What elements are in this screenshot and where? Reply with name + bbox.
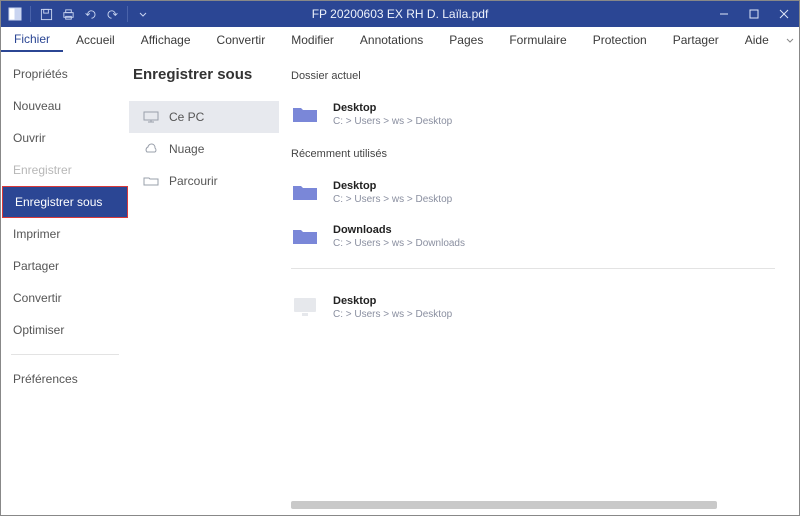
location-list: Ce PC Nuage Parcourir xyxy=(129,101,279,197)
tab-label: Aide xyxy=(745,33,769,47)
tab-protection[interactable]: Protection xyxy=(580,27,660,52)
location-label: Nuage xyxy=(169,142,204,156)
tab-label: Fichier xyxy=(14,32,50,46)
folder-recent-downloads[interactable]: Downloads C: > Users > ws > Downloads xyxy=(291,214,775,258)
qat-dropdown-icon[interactable] xyxy=(133,4,153,24)
redo-icon[interactable] xyxy=(102,4,122,24)
save-icon[interactable] xyxy=(36,4,56,24)
folder-outline-icon xyxy=(143,175,159,187)
tab-label: Modifier xyxy=(291,33,334,47)
main-area: Propriétés Nouveau Ouvrir Enregistrer En… xyxy=(1,52,799,515)
tab-annotations[interactable]: Annotations xyxy=(347,27,436,52)
tab-convertir[interactable]: Convertir xyxy=(204,27,279,52)
app-logo-icon xyxy=(5,4,25,24)
tab-label: Convertir xyxy=(217,33,266,47)
horizontal-scrollbar[interactable] xyxy=(291,501,775,509)
sidebar-item-label: Enregistrer sous xyxy=(15,195,102,209)
menubar: Fichier Accueil Affichage Convertir Modi… xyxy=(1,27,799,52)
folder-text: Desktop C: > Users > ws > Desktop xyxy=(333,295,452,320)
tab-aide[interactable]: Aide xyxy=(732,27,782,52)
divider xyxy=(291,268,775,269)
page-heading: Enregistrer sous xyxy=(129,66,279,83)
folder-icon xyxy=(291,181,319,203)
tab-pages[interactable]: Pages xyxy=(436,27,496,52)
folder-icon xyxy=(291,225,319,247)
folder-icon xyxy=(291,103,319,125)
sidebar-item-enregistrer: Enregistrer xyxy=(1,154,129,186)
folder-name: Downloads xyxy=(333,224,465,236)
folder-other-desktop[interactable]: Desktop C: > Users > ws > Desktop xyxy=(291,285,775,329)
folder-path: C: > Users > ws > Desktop xyxy=(333,116,452,127)
folder-name: Desktop xyxy=(333,295,452,307)
sidebar-item-imprimer[interactable]: Imprimer xyxy=(1,218,129,250)
tab-label: Formulaire xyxy=(509,33,566,47)
window-controls xyxy=(709,1,799,27)
location-label: Ce PC xyxy=(169,110,204,124)
folder-name: Desktop xyxy=(333,180,452,192)
ribbon-collapse-icon[interactable] xyxy=(782,34,799,46)
folder-recent-desktop[interactable]: Desktop C: > Users > ws > Desktop xyxy=(291,170,775,214)
close-button[interactable] xyxy=(769,1,799,27)
tab-accueil[interactable]: Accueil xyxy=(63,27,128,52)
sidebar-item-ouvrir[interactable]: Ouvrir xyxy=(1,122,129,154)
sidebar-item-label: Partager xyxy=(13,259,59,273)
sidebar-item-proprietes[interactable]: Propriétés xyxy=(1,58,129,90)
titlebar: FP 20200603 EX RH D. Laïla.pdf xyxy=(1,1,799,27)
sidebar-item-label: Convertir xyxy=(13,291,62,305)
sidebar-item-nouveau[interactable]: Nouveau xyxy=(1,90,129,122)
tab-label: Affichage xyxy=(141,33,191,47)
sidebar-item-convertir[interactable]: Convertir xyxy=(1,282,129,314)
tab-partager[interactable]: Partager xyxy=(660,27,732,52)
folder-text: Downloads C: > Users > ws > Downloads xyxy=(333,224,465,249)
quick-access-toolbar xyxy=(1,4,153,24)
tab-affichage[interactable]: Affichage xyxy=(128,27,204,52)
monitor-grey-icon xyxy=(291,296,319,318)
sidebar-item-label: Imprimer xyxy=(13,227,60,241)
qat-separator xyxy=(30,6,31,22)
recent-folders-label: Récemment utilisés xyxy=(291,148,775,160)
sidebar-item-label: Nouveau xyxy=(13,99,61,113)
sidebar-item-preferences[interactable]: Préférences xyxy=(1,363,129,395)
print-icon[interactable] xyxy=(58,4,78,24)
tab-label: Partager xyxy=(673,33,719,47)
undo-icon[interactable] xyxy=(80,4,100,24)
tab-formulaire[interactable]: Formulaire xyxy=(496,27,579,52)
save-locations-column: Enregistrer sous Ce PC Nuage Parcourir xyxy=(129,52,279,515)
sidebar-item-label: Propriétés xyxy=(13,67,68,81)
qat-separator xyxy=(127,6,128,22)
sidebar-item-label: Enregistrer xyxy=(13,163,72,177)
location-parcourir[interactable]: Parcourir xyxy=(129,165,279,197)
tab-fichier[interactable]: Fichier xyxy=(1,27,63,52)
sidebar-item-label: Optimiser xyxy=(13,323,64,337)
sidebar-item-enregistrer-sous[interactable]: Enregistrer sous xyxy=(2,186,128,218)
folder-path: C: > Users > ws > Desktop xyxy=(333,309,452,320)
folder-path: C: > Users > ws > Desktop xyxy=(333,194,452,205)
folder-path: C: > Users > ws > Downloads xyxy=(333,238,465,249)
tab-label: Accueil xyxy=(76,33,115,47)
monitor-icon xyxy=(143,111,159,123)
tab-label: Annotations xyxy=(360,33,423,47)
location-label: Parcourir xyxy=(169,174,218,188)
folder-text: Desktop C: > Users > ws > Desktop xyxy=(333,102,452,127)
folder-name: Desktop xyxy=(333,102,452,114)
sidebar-item-optimiser[interactable]: Optimiser xyxy=(1,314,129,346)
file-menu-sidebar: Propriétés Nouveau Ouvrir Enregistrer En… xyxy=(1,52,129,515)
maximize-button[interactable] xyxy=(739,1,769,27)
folders-column: Dossier actuel Desktop C: > Users > ws >… xyxy=(279,52,799,515)
sidebar-divider xyxy=(11,354,119,355)
cloud-icon xyxy=(143,143,159,155)
tab-modifier[interactable]: Modifier xyxy=(278,27,347,52)
sidebar-item-label: Préférences xyxy=(13,372,78,386)
folder-text: Desktop C: > Users > ws > Desktop xyxy=(333,180,452,205)
tab-label: Protection xyxy=(593,33,647,47)
location-nuage[interactable]: Nuage xyxy=(129,133,279,165)
folder-current-desktop[interactable]: Desktop C: > Users > ws > Desktop xyxy=(291,92,775,136)
sidebar-item-label: Ouvrir xyxy=(13,131,46,145)
location-ce-pc[interactable]: Ce PC xyxy=(129,101,279,133)
tab-label: Pages xyxy=(449,33,483,47)
current-folder-label: Dossier actuel xyxy=(291,70,775,82)
minimize-button[interactable] xyxy=(709,1,739,27)
sidebar-item-partager[interactable]: Partager xyxy=(1,250,129,282)
scrollbar-thumb[interactable] xyxy=(291,501,717,509)
